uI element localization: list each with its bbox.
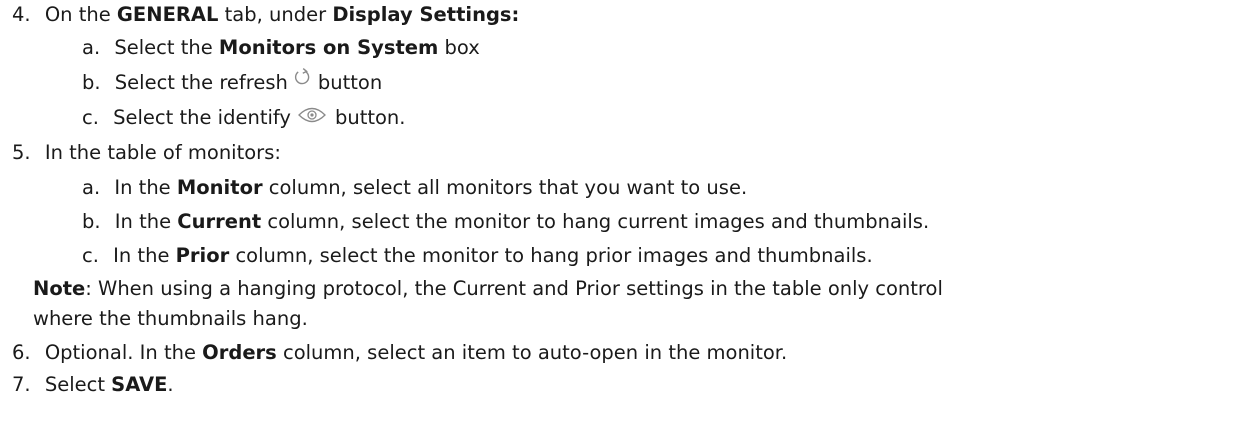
tab-name: GENERAL	[116, 3, 219, 26]
substep-text: box	[438, 36, 480, 59]
button-name: SAVE	[111, 373, 168, 396]
step-text: Select	[44, 373, 112, 396]
step-6: 6. Optional. In the Orders column, selec…	[12, 340, 787, 366]
step-5b: b. In the Current column, select the mon…	[82, 209, 929, 235]
step-7: 7. Select SAVE.	[12, 372, 174, 398]
substep-letter: c.	[82, 244, 99, 267]
substep-text: In the	[113, 244, 176, 267]
note-text: where the thumbnails hang.	[33, 307, 308, 330]
substep-text: Select the refresh	[114, 71, 288, 94]
substep-letter: a.	[82, 36, 101, 59]
step-number: 6.	[12, 341, 31, 364]
column-name: Monitor	[176, 176, 263, 199]
step-4a: a. Select the Monitors on System box	[82, 35, 480, 61]
substep-letter: c.	[82, 106, 99, 129]
substep-text: Select the identify	[113, 106, 291, 129]
step-text: Optional. In the	[44, 341, 203, 364]
substep-text: column, select the monitor to hang curre…	[261, 210, 930, 233]
step-5a: a. In the Monitor column, select all mon…	[82, 175, 747, 201]
note-text: : When using a hanging protocol, the Cur…	[85, 277, 943, 300]
substep-text: button	[317, 71, 383, 94]
step-text: In the table of monitors:	[44, 141, 281, 164]
step-4c: c. Select the identify button.	[82, 105, 406, 131]
column-name: Orders	[202, 341, 277, 364]
substep-text: In the	[114, 176, 177, 199]
note-label: Note	[33, 277, 86, 300]
step-text: .	[167, 373, 174, 396]
note-line-2: where the thumbnails hang.	[33, 306, 308, 332]
substep-letter: b.	[82, 210, 101, 233]
substep-text: In the	[114, 210, 178, 233]
step-text: On the	[44, 3, 117, 26]
substep-text: button.	[334, 106, 406, 129]
column-name: Current	[177, 210, 262, 233]
step-text: tab, under	[218, 3, 333, 26]
step-5: 5. In the table of monitors:	[12, 140, 281, 166]
substep-text: Select the	[114, 36, 219, 59]
substep-letter: b.	[82, 71, 101, 94]
eye-icon	[297, 102, 327, 126]
substep-text: column, select the monitor to hang prior…	[229, 244, 873, 267]
section-name: Display Settings:	[332, 3, 520, 26]
field-name: Monitors on System	[218, 36, 439, 59]
step-5c: c. In the Prior column, select the monit…	[82, 243, 873, 269]
substep-letter: a.	[82, 176, 101, 199]
refresh-icon	[292, 65, 312, 89]
step-number: 5.	[12, 141, 31, 164]
column-name: Prior	[175, 244, 230, 267]
substep-text: column, select all monitors that you wan…	[262, 176, 748, 199]
step-4b: b. Select the refresh button	[82, 67, 383, 96]
note-line-1: Note: When using a hanging protocol, the…	[33, 276, 943, 302]
step-number: 7.	[12, 373, 31, 396]
step-number: 4.	[12, 3, 31, 26]
step-4: 4. On the GENERAL tab, under Display Set…	[12, 2, 519, 28]
step-text: column, select an item to auto-open in t…	[276, 341, 788, 364]
